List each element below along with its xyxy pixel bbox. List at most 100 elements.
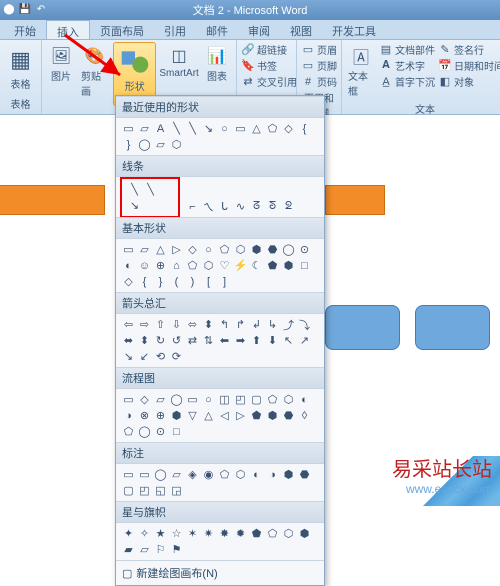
clipart-button[interactable]: 🎨剪贴画: [79, 42, 110, 100]
shape-item[interactable]: ▭: [185, 392, 200, 407]
shape-item[interactable]: △: [201, 408, 216, 423]
shape-item[interactable]: ⇄: [185, 333, 200, 348]
shape-item[interactable]: ◐: [297, 392, 312, 407]
shape-item[interactable]: ⬠: [217, 242, 232, 257]
shape-orange-1[interactable]: [0, 185, 105, 215]
shape-item[interactable]: ☾: [249, 258, 264, 273]
shape-item[interactable]: ⊕: [153, 258, 168, 273]
tab-insert[interactable]: 插入: [46, 20, 90, 39]
shape-item[interactable]: ◇: [281, 121, 296, 136]
office-button[interactable]: ⬤: [2, 2, 16, 16]
shape-item[interactable]: ◇: [137, 392, 152, 407]
dropcap-button[interactable]: A̲首字下沉: [379, 74, 435, 89]
shape-item[interactable]: ᘖ: [281, 199, 296, 214]
header-button[interactable]: ▭页眉: [301, 42, 337, 57]
shape-item[interactable]: ↰: [217, 317, 232, 332]
shape-item[interactable]: {: [137, 274, 152, 289]
shape-item[interactable]: ♡: [217, 258, 232, 273]
shape-blue-2[interactable]: [415, 305, 490, 350]
shape-item[interactable]: ⬟: [249, 526, 264, 541]
shape-item[interactable]: ↘: [201, 121, 216, 136]
shape-item[interactable]: ⬢: [169, 408, 184, 423]
shape-item[interactable]: ✸: [217, 526, 232, 541]
new-canvas-button[interactable]: ▢新建绘图画布(N): [116, 560, 324, 585]
shape-item[interactable]: ⬆: [249, 333, 264, 348]
shape-item[interactable]: ⊕: [153, 408, 168, 423]
tab-view[interactable]: 视图: [280, 20, 322, 39]
shape-item[interactable]: ✶: [185, 526, 200, 541]
shape-item[interactable]: ⟳: [169, 349, 184, 364]
shape-item[interactable]: ▱: [137, 542, 152, 557]
smartart-button[interactable]: ◫SmartArt: [159, 42, 199, 81]
chart-button[interactable]: 📊图表: [202, 42, 232, 85]
shape-item[interactable]: ▭: [121, 242, 136, 257]
shape-item[interactable]: ⌐: [185, 199, 200, 214]
shape-item[interactable]: ⬅: [217, 333, 232, 348]
shape-item[interactable]: ▽: [185, 408, 200, 423]
shape-item[interactable]: (: [169, 274, 184, 289]
shape-item[interactable]: ⬌: [121, 333, 136, 348]
datetime-button[interactable]: 📅日期和时间: [438, 58, 500, 73]
shape-item[interactable]: }: [121, 137, 136, 152]
shape-item[interactable]: ◰: [233, 392, 248, 407]
shape-item[interactable]: ⬟: [249, 408, 264, 423]
tab-developer[interactable]: 开发工具: [322, 20, 386, 39]
shape-item[interactable]: ↻: [153, 333, 168, 348]
shape-item[interactable]: ◲: [169, 483, 184, 498]
shape-item[interactable]: ⬠: [265, 121, 280, 136]
shape-item[interactable]: ▭: [233, 121, 248, 136]
shape-item[interactable]: ⇨: [137, 317, 152, 332]
quickparts-button[interactable]: ▤文档部件: [379, 42, 435, 57]
shape-item[interactable]: ⬄: [185, 317, 200, 332]
shape-item[interactable]: ○: [201, 392, 216, 407]
shape-item[interactable]: ⬣: [265, 242, 280, 257]
shape-item[interactable]: ⊗: [137, 408, 152, 423]
shape-item[interactable]: ◈: [185, 467, 200, 482]
shape-item[interactable]: ╲: [143, 182, 158, 197]
wordart-button[interactable]: 𝐀艺术字: [379, 58, 435, 73]
table-button[interactable]: ▦表格: [4, 42, 37, 93]
shape-item[interactable]: ◑: [121, 408, 136, 423]
shape-item[interactable]: ➡: [233, 333, 248, 348]
shape-item[interactable]: ╲: [185, 121, 200, 136]
shape-item[interactable]: ▢: [249, 392, 264, 407]
shape-item[interactable]: ⬟: [265, 258, 280, 273]
shape-item[interactable]: ⬠: [265, 526, 280, 541]
shape-item[interactable]: ▭: [121, 467, 136, 482]
shape-item[interactable]: ⌂: [169, 258, 184, 273]
shape-item[interactable]: ⬢: [281, 467, 296, 482]
shape-item[interactable]: ↳: [265, 317, 280, 332]
tab-references[interactable]: 引用: [154, 20, 196, 39]
tab-mailings[interactable]: 邮件: [196, 20, 238, 39]
shape-item[interactable]: ○: [201, 242, 216, 257]
shape-item[interactable]: ⊙: [297, 242, 312, 257]
shape-orange-2[interactable]: [325, 185, 385, 215]
shape-item[interactable]: ⬣: [281, 408, 296, 423]
shape-item[interactable]: ⤴: [281, 317, 296, 332]
shape-item[interactable]: ⬡: [281, 526, 296, 541]
shape-item[interactable]: ⬡: [201, 258, 216, 273]
shape-item[interactable]: {: [297, 121, 312, 136]
shape-item[interactable]: ✷: [201, 526, 216, 541]
shape-item[interactable]: ◉: [201, 467, 216, 482]
shape-item[interactable]: ⟲: [153, 349, 168, 364]
crossref-button[interactable]: ⇄交叉引用: [241, 74, 297, 89]
object-button[interactable]: ◧对象: [438, 74, 500, 89]
shape-item[interactable]: ◯: [153, 467, 168, 482]
shape-item[interactable]: ☆: [169, 526, 184, 541]
shape-item[interactable]: ◯: [169, 392, 184, 407]
shape-item[interactable]: ⬠: [217, 467, 232, 482]
shape-item[interactable]: ◫: [217, 392, 232, 407]
footer-button[interactable]: ▭页脚: [301, 58, 337, 73]
shape-item[interactable]: ↖: [281, 333, 296, 348]
shape-item[interactable]: ↺: [169, 333, 184, 348]
shape-item[interactable]: ◊: [297, 408, 312, 423]
shape-item[interactable]: ✧: [137, 526, 152, 541]
tab-layout[interactable]: 页面布局: [90, 20, 154, 39]
shape-item[interactable]: ★: [153, 526, 168, 541]
tab-review[interactable]: 审阅: [238, 20, 280, 39]
shape-item[interactable]: ↘: [121, 349, 136, 364]
shape-item[interactable]: ▭: [137, 467, 152, 482]
shape-item[interactable]: □: [297, 258, 312, 273]
shape-item[interactable]: ⇧: [153, 317, 168, 332]
